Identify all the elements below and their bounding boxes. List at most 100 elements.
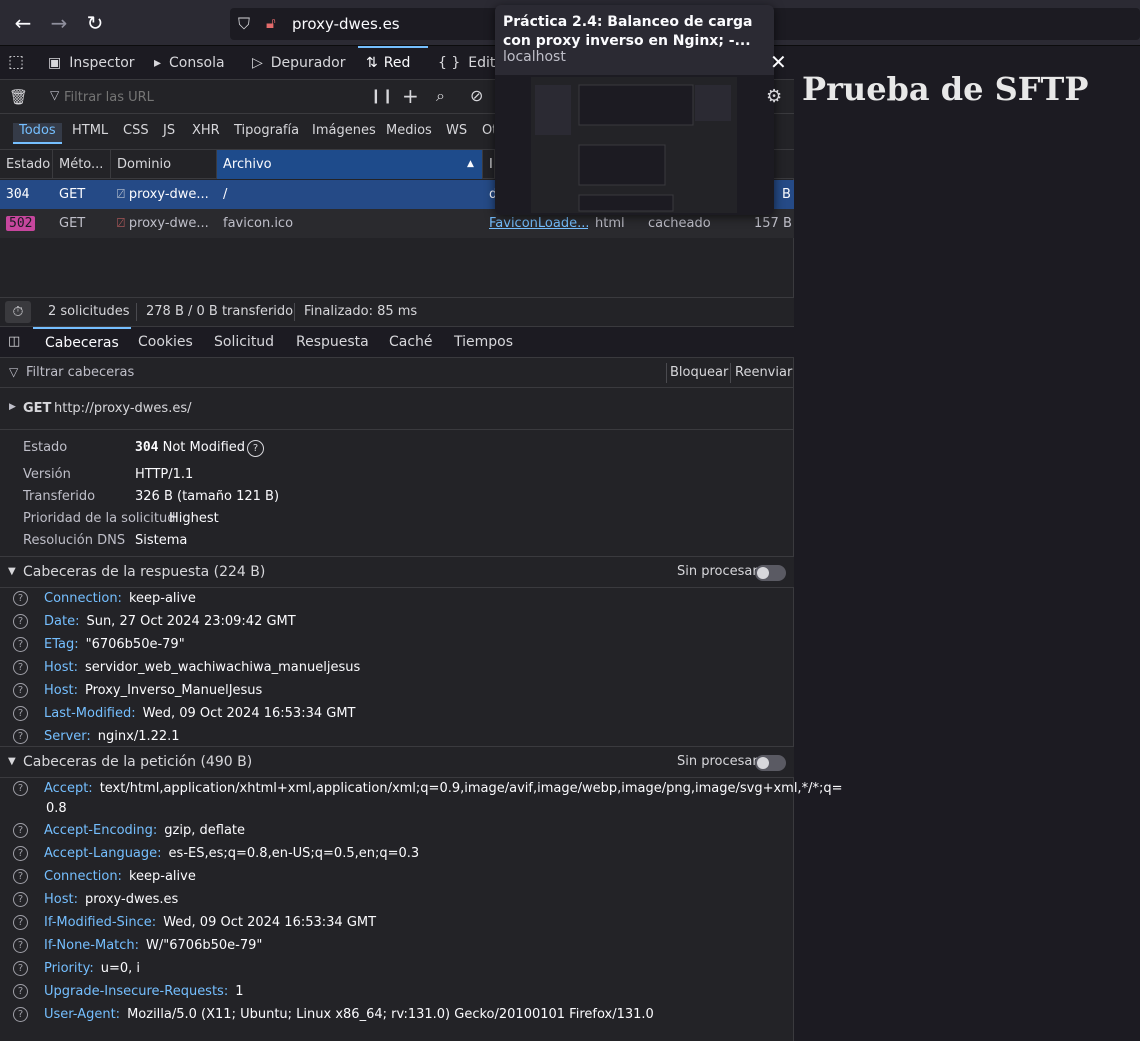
help-icon[interactable]: ? [13,869,28,884]
block-icon[interactable]: ⊘ [470,86,483,105]
header-line: Host: proxy-dwes.es [44,892,178,907]
resend-button[interactable]: Reenviar [735,365,792,380]
tab-label: Consola [169,55,225,71]
header-value: Sun, 27 Oct 2024 23:09:42 GMT [86,614,296,629]
divider [730,363,731,383]
help-icon[interactable]: ? [13,846,28,861]
header-value: Wed, 09 Oct 2024 16:53:34 GMT [163,915,377,930]
type-css[interactable]: CSS [123,123,149,138]
tab-inspector[interactable]: ▣ Inspector [48,46,135,80]
type-fonts[interactable]: Tipografía [234,123,299,138]
tab-headers[interactable]: Cabeceras [33,327,131,358]
type-js[interactable]: JS [163,123,175,138]
help-icon[interactable]: ? [13,706,28,721]
header-value: Mozilla/5.0 (X11; Ubuntu; Linux x86_64; … [127,1007,654,1022]
shield-icon[interactable]: ⛉ [238,14,250,34]
pause-icon[interactable]: ❙❙ [370,88,393,104]
tab-cache[interactable]: Caché [389,327,433,358]
help-icon[interactable]: ? [13,892,28,907]
timer-icon[interactable]: ⏱︎ [5,301,31,323]
element-picker-icon[interactable]: ⬚ [8,52,24,72]
chevron-down-icon: ▼ [8,756,16,767]
insecure-lock-icon[interactable]: 🔓︎ [266,14,276,32]
reload-icon[interactable]: ↻ [83,11,107,35]
tab-debugger[interactable]: ▷ Depurador [252,46,345,80]
block-button[interactable]: Bloquear [670,365,728,380]
tab-network[interactable]: ⇅ Red [358,46,428,80]
type-other[interactable]: Otros [482,123,494,138]
header-name: Connection: [44,869,122,884]
help-icon[interactable]: ? [13,660,28,675]
url-text[interactable]: proxy-dwes.es [292,15,400,33]
help-icon[interactable]: ? [13,591,28,606]
help-icon[interactable]: ? [13,961,28,976]
gear-icon[interactable]: ⚙ [766,86,782,107]
col-method[interactable]: Méto... [53,150,111,179]
header-name: Upgrade-Insecure-Requests: [44,984,229,999]
type-xhr[interactable]: XHR [192,123,220,138]
raw-toggle[interactable] [755,755,786,771]
header-line: Connection: keep-alive [44,869,196,884]
help-icon[interactable]: ? [13,938,28,953]
info-transferred: Transferido 326 B (tamaño 121 B) [23,489,279,504]
header-line: Server: nginx/1.22.1 [44,729,180,744]
preview-host: localhost [503,49,566,65]
response-headers-section[interactable]: ▼ Cabeceras de la respuesta (224 B) Sin … [0,556,794,588]
info-label: Versión [23,467,71,482]
help-icon[interactable]: ? [13,915,28,930]
col-file[interactable]: Archivo ▲ [217,150,483,179]
header-line: Host: Proxy_Inverso_ManuelJesus [44,683,262,698]
back-icon[interactable]: ← [11,11,35,35]
header-name: Date: [44,614,80,629]
help-icon[interactable]: ? [13,1007,28,1022]
summary-bar: ⏱︎ 2 solicitudes 278 B / 0 B transferido… [0,297,794,327]
col-initiator[interactable]: In... [483,150,495,179]
header-line: Priority: u=0, i [44,961,140,976]
header-line: Accept-Language: es-ES,es;q=0.8,en-US;q=0… [44,846,419,861]
tab-cookies[interactable]: Cookies [138,327,193,358]
url-filter-input[interactable] [64,87,344,107]
help-icon[interactable]: ? [247,440,264,457]
search-icon[interactable]: ⌕ [436,86,445,106]
tab-response[interactable]: Respuesta [296,327,369,358]
tab-label: Depurador [270,55,346,71]
header-line: Connection: keep-alive [44,591,196,606]
network-icon: ⇅ [366,55,378,71]
request-line[interactable]: ▶ GET http://proxy-dwes.es/ [0,388,794,430]
detail-tabs: ◫ Cabeceras Cookies Solicitud Respuesta … [0,327,794,358]
help-icon[interactable]: ? [13,781,28,796]
tab-timings[interactable]: Tiempos [454,327,513,358]
header-name: User-Agent: [44,1007,121,1022]
type-images[interactable]: Imágenes [312,123,376,138]
filter-icon: ▽ [9,365,19,379]
col-status[interactable]: Estado [0,150,53,179]
header-line: If-None-Match: W/"6706b50e-79" [44,938,262,953]
trash-icon[interactable]: 🗑︎ [9,88,28,106]
help-icon[interactable]: ? [13,984,28,999]
help-icon[interactable]: ? [13,683,28,698]
type-all[interactable]: Todos [13,123,62,144]
help-icon[interactable]: ? [13,823,28,838]
header-value: u=0, i [100,961,140,976]
col-domain[interactable]: Dominio [111,150,217,179]
tab-console[interactable]: ▸ Consola [154,46,225,80]
thumbnail-graphic [531,77,737,213]
preview-title: Práctica 2.4: Balanceo de carga con prox… [503,14,753,49]
type-media[interactable]: Medios [386,123,432,138]
type-ws[interactable]: WS [446,123,467,138]
raw-toggle[interactable] [755,565,786,581]
header-filter-input[interactable]: Filtrar cabeceras [26,365,134,380]
forward-icon[interactable]: → [47,11,71,35]
tab-request[interactable]: Solicitud [214,327,274,358]
toggle-panel-icon[interactable]: ◫ [8,334,20,349]
header-value-continued: 0.8 [46,801,67,816]
request-headers-section[interactable]: ▼ Cabeceras de la petición (490 B) Sin p… [0,746,794,778]
help-icon[interactable]: ? [13,729,28,744]
plus-icon[interactable]: + [402,84,419,108]
close-icon[interactable]: ✕ [770,50,787,74]
help-icon[interactable]: ? [13,614,28,629]
section-title: Cabeceras de la petición (490 B) [23,754,253,770]
header-name: Last-Modified: [44,706,136,721]
help-icon[interactable]: ? [13,637,28,652]
type-html[interactable]: HTML [72,123,108,138]
